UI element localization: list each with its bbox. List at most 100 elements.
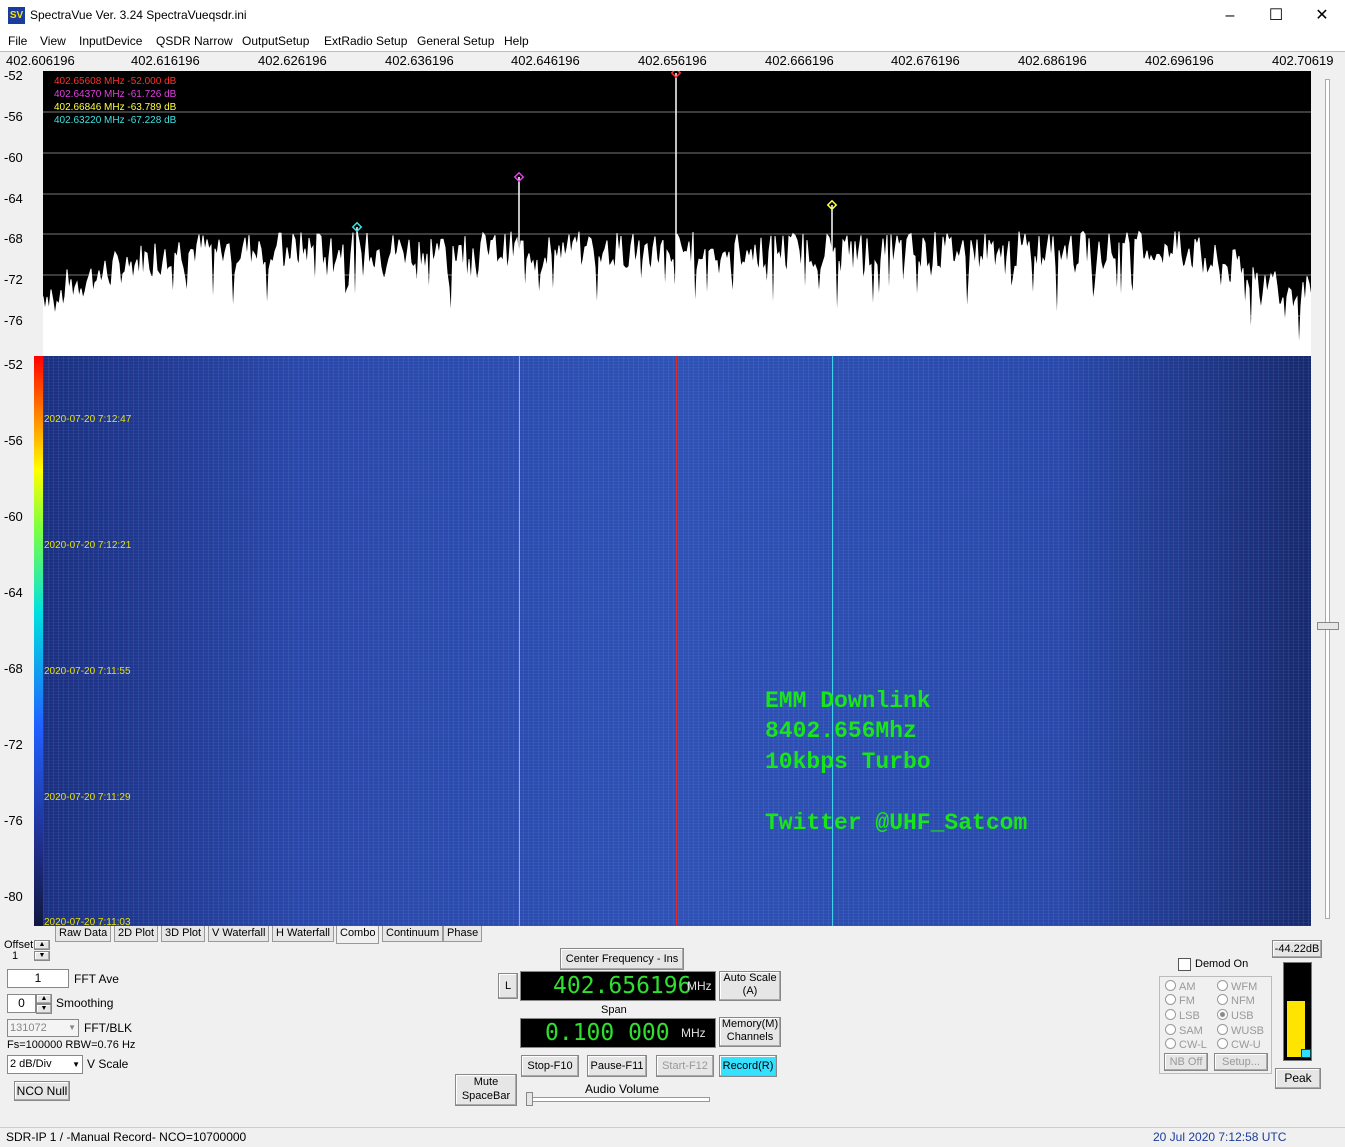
radio-icon — [1165, 1009, 1176, 1020]
tab-raw-data[interactable]: Raw Data — [55, 926, 112, 942]
menu-outputsetup[interactable]: OutputSetup — [242, 34, 309, 48]
tab-continuum[interactable]: Continuum — [382, 926, 444, 942]
tab-3d-plot[interactable]: 3D Plot — [161, 926, 206, 942]
mode-lsb-radio[interactable]: LSB — [1165, 1009, 1200, 1022]
smoothing-label: Smoothing — [56, 996, 114, 1010]
audio-volume-slider[interactable] — [526, 1097, 710, 1102]
spectrum-db-label: -64 — [4, 191, 23, 206]
tab-v-waterfall[interactable]: V Waterfall — [208, 926, 270, 942]
center-frequency-button[interactable]: Center Frequency - Ins — [560, 948, 684, 970]
maximize-icon[interactable]: ☐ — [1253, 0, 1299, 31]
fft-ave-input[interactable]: 1 — [7, 969, 69, 988]
freq-tick: 402.636196 — [385, 53, 454, 68]
mode-usb-label: USB — [1231, 1010, 1254, 1022]
radio-icon — [1165, 980, 1176, 991]
tab-phase[interactable]: Phase — [443, 926, 483, 942]
mode-am-radio[interactable]: AM — [1165, 980, 1196, 993]
menu-extradio-setup[interactable]: ExtRadio Setup — [324, 34, 407, 48]
offset-value[interactable]: 1 — [12, 950, 18, 962]
tab-2d-plot[interactable]: 2D Plot — [114, 926, 159, 942]
mode-cwl-radio[interactable]: CW-L — [1165, 1038, 1207, 1051]
freq-tick: 402.616196 — [131, 53, 200, 68]
mode-nfm-radio[interactable]: NFM — [1217, 994, 1255, 1007]
close-icon[interactable]: ✕ — [1299, 0, 1345, 31]
offset-up-button[interactable]: ▲ — [34, 940, 50, 950]
spectrum-db-label: -60 — [4, 150, 23, 165]
channels-label: Channels — [726, 1031, 774, 1043]
span-value: 0.100 000 — [545, 1020, 670, 1046]
record-button[interactable]: Record(R) — [719, 1055, 777, 1077]
menu-general-setup[interactable]: General Setup — [417, 34, 494, 48]
spectrum-db-label: -52 — [4, 68, 23, 83]
mute-button[interactable]: Mute SpaceBar — [455, 1074, 517, 1106]
chevron-down-icon: ▼ — [68, 1023, 76, 1032]
freq-tick: 402.70619 — [1272, 53, 1334, 68]
setup-button[interactable]: Setup... — [1214, 1053, 1268, 1071]
nco-null-button[interactable]: NCO Null — [14, 1081, 70, 1101]
tab-combo[interactable]: Combo — [336, 926, 380, 944]
auto-scale-button[interactable]: Auto Scale (A) — [719, 971, 781, 1001]
marker-readout-3: 402.66846 MHz -63.789 dB — [54, 102, 177, 113]
mode-usb-radio[interactable]: USB — [1217, 1009, 1254, 1022]
offset-down-button[interactable]: ▼ — [34, 951, 50, 961]
freq-tick: 402.666196 — [765, 53, 834, 68]
spectrum-db-label: -72 — [4, 272, 23, 287]
status-datetime: 20 Jul 2020 7:12:58 UTC — [1153, 1130, 1287, 1144]
app-icon: SV — [8, 7, 25, 24]
pause-button[interactable]: Pause-F11 — [587, 1055, 647, 1077]
mode-cwu-radio[interactable]: CW-U — [1217, 1038, 1261, 1051]
stop-button[interactable]: Stop-F10 — [521, 1055, 579, 1077]
audio-volume-thumb[interactable] — [526, 1092, 533, 1106]
mode-wfm-radio[interactable]: WFM — [1217, 980, 1257, 993]
freq-tick: 402.606196 — [6, 53, 75, 68]
menu-file[interactable]: File — [8, 34, 27, 48]
mode-wusb-label: WUSB — [1231, 1025, 1264, 1037]
menu-inputdevice[interactable]: InputDevice — [79, 34, 142, 48]
mode-cwu-label: CW-U — [1231, 1039, 1261, 1051]
radio-icon — [1217, 1024, 1228, 1035]
vscale-select[interactable]: 2 dB/Div ▼ — [7, 1055, 83, 1074]
mode-wusb-radio[interactable]: WUSB — [1217, 1024, 1264, 1037]
scroll-thumb[interactable] — [1317, 622, 1339, 630]
status-bar: SDR-IP 1 / -Manual Record- NCO=10700000 … — [0, 1127, 1345, 1147]
overlay-line-2: 8402.656Mhz — [765, 718, 917, 744]
menu-qsdr-narrow[interactable]: QSDR Narrow — [156, 34, 233, 48]
mode-fm-radio[interactable]: FM — [1165, 994, 1195, 1007]
vscale-label: V Scale — [87, 1057, 129, 1071]
freq-tick: 402.686196 — [1018, 53, 1087, 68]
waterfall-db-label: -76 — [4, 813, 23, 828]
level-readout: -44.22dB — [1272, 940, 1322, 958]
spectrum-display[interactable]: 402.65608 MHz -52.000 dB 402.64370 MHz -… — [43, 71, 1311, 356]
scroll-track — [1325, 79, 1330, 919]
vertical-scrollbar[interactable] — [1315, 71, 1339, 926]
waterfall-db-label: -80 — [4, 889, 23, 904]
tab-h-waterfall[interactable]: H Waterfall — [272, 926, 334, 942]
peak-button[interactable]: Peak — [1275, 1068, 1321, 1089]
smoothing-input[interactable]: 0 — [7, 994, 36, 1013]
radio-icon — [1165, 1024, 1176, 1035]
fft-blk-select[interactable]: 131072 ▼ — [7, 1019, 79, 1037]
demod-on-checkbox[interactable] — [1178, 958, 1191, 971]
radio-icon — [1217, 994, 1228, 1005]
smoothing-up-button[interactable]: ▲ — [36, 994, 52, 1004]
menu-view[interactable]: View — [40, 34, 66, 48]
menu-bar: File View InputDevice QSDR Narrow Output… — [0, 31, 1345, 51]
l-button[interactable]: L — [498, 973, 518, 999]
memory-channels-button[interactable]: Memory(M) Channels — [719, 1017, 781, 1047]
center-frequency-display[interactable]: 402.656196 MHz — [520, 971, 716, 1001]
mode-sam-radio[interactable]: SAM — [1165, 1024, 1203, 1037]
nb-off-button[interactable]: NB Off — [1164, 1053, 1208, 1071]
menu-help[interactable]: Help — [504, 34, 529, 48]
freq-tick: 402.676196 — [891, 53, 960, 68]
waterfall-db-label: -60 — [4, 509, 23, 524]
mode-lsb-label: LSB — [1179, 1010, 1200, 1022]
span-display[interactable]: 0.100 000 MHz — [520, 1018, 716, 1048]
smoothing-down-button[interactable]: ▼ — [36, 1004, 52, 1014]
minimize-icon[interactable]: – — [1207, 0, 1253, 31]
spectrum-db-label: -76 — [4, 313, 23, 328]
waterfall-display[interactable] — [43, 356, 1311, 926]
timestamp: 2020-07-20 7:11:03 — [44, 917, 131, 926]
fs-rbw-text: Fs=100000 RBW=0.76 Hz — [7, 1039, 136, 1051]
start-button[interactable]: Start-F12 — [656, 1055, 714, 1077]
level-meter — [1283, 962, 1312, 1061]
